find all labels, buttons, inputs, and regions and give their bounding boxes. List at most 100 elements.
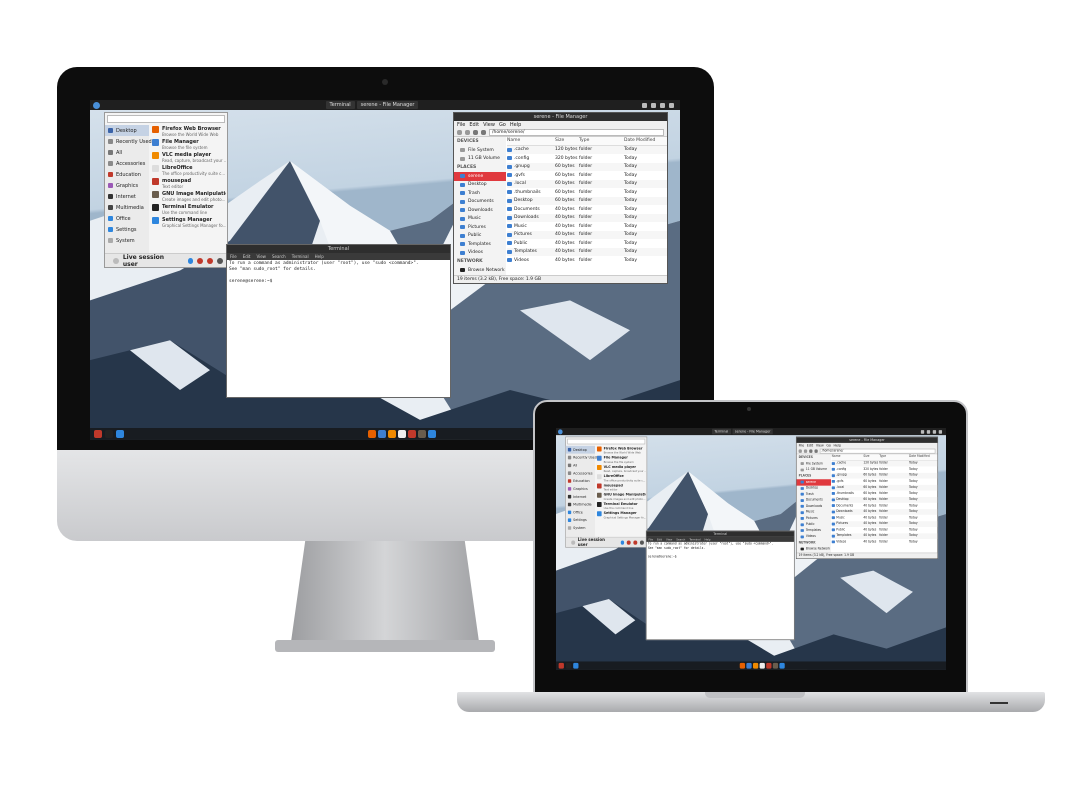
app-launcher-item[interactable]: File Manager Browse the file system <box>596 455 646 464</box>
terminal-menu-item[interactable]: Terminal <box>292 254 309 259</box>
sidebar-item-device[interactable]: 11 GB Volume <box>454 155 506 164</box>
settings-icon[interactable] <box>620 540 625 545</box>
terminal-menu-item[interactable]: Edit <box>243 254 251 259</box>
forward-icon[interactable] <box>803 448 808 453</box>
app-launcher-item[interactable]: GNU Image Manipulation ...Create images … <box>596 492 646 501</box>
app-launcher-item[interactable]: Firefox Web Browser Browse the World Wide… <box>150 125 226 138</box>
text-editor-icon[interactable] <box>408 430 416 438</box>
app-launcher-item[interactable]: VLC media player Read, capture, broadcast… <box>596 464 646 473</box>
table-row[interactable]: Desktop 60 bytes folder Today <box>507 196 667 205</box>
terminal-menu-item[interactable]: View <box>256 254 266 259</box>
settings-icon[interactable] <box>573 662 579 669</box>
back-icon[interactable] <box>457 129 462 135</box>
logout-icon[interactable] <box>633 540 638 545</box>
fm-menu-item[interactable]: Go <box>499 122 506 128</box>
sidebar-item-place[interactable]: Videos <box>454 249 506 258</box>
app-launcher-item[interactable]: Settings Manager Graphical Settings Manag… <box>596 511 646 520</box>
menu-logo-icon[interactable] <box>557 429 563 435</box>
terminal-menu-item[interactable]: Help <box>315 254 324 259</box>
fm-menu-item[interactable]: View <box>483 122 495 128</box>
category-item[interactable]: Multimedia <box>566 501 595 509</box>
terminal-menu-item[interactable]: View <box>666 538 672 542</box>
sidebar-item-place[interactable]: Desktop <box>454 181 506 190</box>
terminal-titlebar[interactable]: Terminal <box>227 245 450 253</box>
category-item[interactable]: Office <box>105 213 149 224</box>
gimp-icon[interactable] <box>418 430 426 438</box>
libreoffice-icon[interactable] <box>398 430 406 438</box>
table-row[interactable]: Public 40 bytes folder Today <box>507 239 667 248</box>
app-search-input[interactable] <box>567 438 646 445</box>
settings-icon[interactable] <box>428 430 436 438</box>
up-icon[interactable] <box>473 129 478 135</box>
volume-icon[interactable] <box>926 429 931 434</box>
table-row[interactable]: Music 40 bytes folder Today <box>507 222 667 231</box>
battery-icon[interactable] <box>659 102 665 108</box>
column-header[interactable]: Name <box>832 455 864 459</box>
app-launcher-item[interactable]: LibreOffice The office productivity suite… <box>150 164 226 177</box>
home-icon[interactable] <box>814 448 818 453</box>
fm-menu-item[interactable]: File <box>799 443 805 447</box>
category-item[interactable]: Desktop <box>565 445 595 454</box>
files-icon[interactable] <box>378 430 386 438</box>
category-item[interactable]: System <box>566 524 595 532</box>
category-item[interactable]: Settings <box>105 224 149 235</box>
terminal-menu-item[interactable]: Edit <box>657 538 662 542</box>
taskbar-terminal[interactable]: Terminal <box>325 101 355 109</box>
table-row[interactable]: Documents 40 bytes folder Today <box>507 205 667 214</box>
app-launcher-item[interactable]: File Manager Browse the file system <box>150 138 226 151</box>
user-icon[interactable] <box>668 102 674 108</box>
power-icon[interactable] <box>94 430 102 438</box>
app-launcher-item[interactable]: GNU Image Manipulation ...Create images … <box>150 190 226 203</box>
terminal-menu-item[interactable]: Terminal <box>689 538 700 542</box>
column-header[interactable]: Date Modified <box>624 138 667 143</box>
firefox-icon[interactable] <box>739 662 746 669</box>
settings-icon[interactable] <box>116 430 124 438</box>
sidebar-item-place[interactable]: Pictures <box>454 223 506 232</box>
network-icon[interactable] <box>920 429 925 434</box>
category-item[interactable]: Internet <box>566 493 595 501</box>
table-row[interactable]: .config 320 bytes folder Today <box>507 154 667 163</box>
table-row[interactable]: Downloads 40 bytes folder Today <box>507 213 667 222</box>
category-item[interactable]: Graphics <box>105 180 149 191</box>
fm-menu-item[interactable]: Go <box>826 443 831 447</box>
category-item[interactable]: Settings <box>566 516 595 524</box>
category-item[interactable]: Recently Used <box>105 136 152 147</box>
network-icon[interactable] <box>641 102 647 108</box>
category-item[interactable]: Office <box>566 508 595 516</box>
fm-menu-item[interactable]: File <box>457 122 465 128</box>
text-editor-icon[interactable] <box>766 662 772 669</box>
sidebar-item-place[interactable]: Documents <box>454 198 506 207</box>
vlc-icon[interactable] <box>388 430 396 438</box>
taskbar-terminal[interactable]: Terminal <box>711 428 731 435</box>
terminal-icon[interactable] <box>105 430 113 438</box>
home-icon[interactable] <box>481 129 486 135</box>
settings-icon[interactable] <box>187 257 194 264</box>
logout-icon[interactable] <box>207 257 214 264</box>
table-row[interactable]: .gnupg 60 bytes folder Today <box>507 162 667 171</box>
files-icon[interactable] <box>746 662 752 669</box>
settings-icon[interactable] <box>779 662 785 669</box>
terminal-menu-item[interactable]: File <box>230 254 237 259</box>
category-item[interactable]: Education <box>105 169 149 180</box>
forward-icon[interactable] <box>465 129 470 135</box>
category-item[interactable]: Education <box>566 477 595 485</box>
category-item[interactable]: System <box>105 235 149 246</box>
table-row[interactable]: .gvfs 60 bytes folder Today <box>507 171 667 180</box>
category-item[interactable]: Recently Used <box>566 454 597 462</box>
firefox-icon[interactable] <box>368 430 376 438</box>
terminal-menu-item[interactable]: Help <box>704 538 710 542</box>
fm-menu-item[interactable]: View <box>816 443 824 447</box>
vlc-icon[interactable] <box>752 662 759 669</box>
sidebar-item-place[interactable]: Templates <box>454 240 506 249</box>
gimp-icon[interactable] <box>772 662 779 669</box>
libreoffice-icon[interactable] <box>759 662 765 669</box>
taskbar-file-manager[interactable]: serene - File Manager <box>356 101 419 109</box>
terminal-menu-item[interactable]: Search <box>272 254 286 259</box>
path-bar[interactable]: /home/serene/ <box>819 448 936 454</box>
up-icon[interactable] <box>809 448 813 453</box>
app-launcher-item[interactable]: Terminal Emulator Use the command line <box>596 501 646 510</box>
app-launcher-item[interactable]: mousepad Text editor <box>596 483 646 492</box>
file-manager-titlebar[interactable]: serene - File Manager <box>454 113 667 121</box>
category-item[interactable]: Graphics <box>566 485 595 493</box>
terminal-icon[interactable] <box>565 662 572 669</box>
